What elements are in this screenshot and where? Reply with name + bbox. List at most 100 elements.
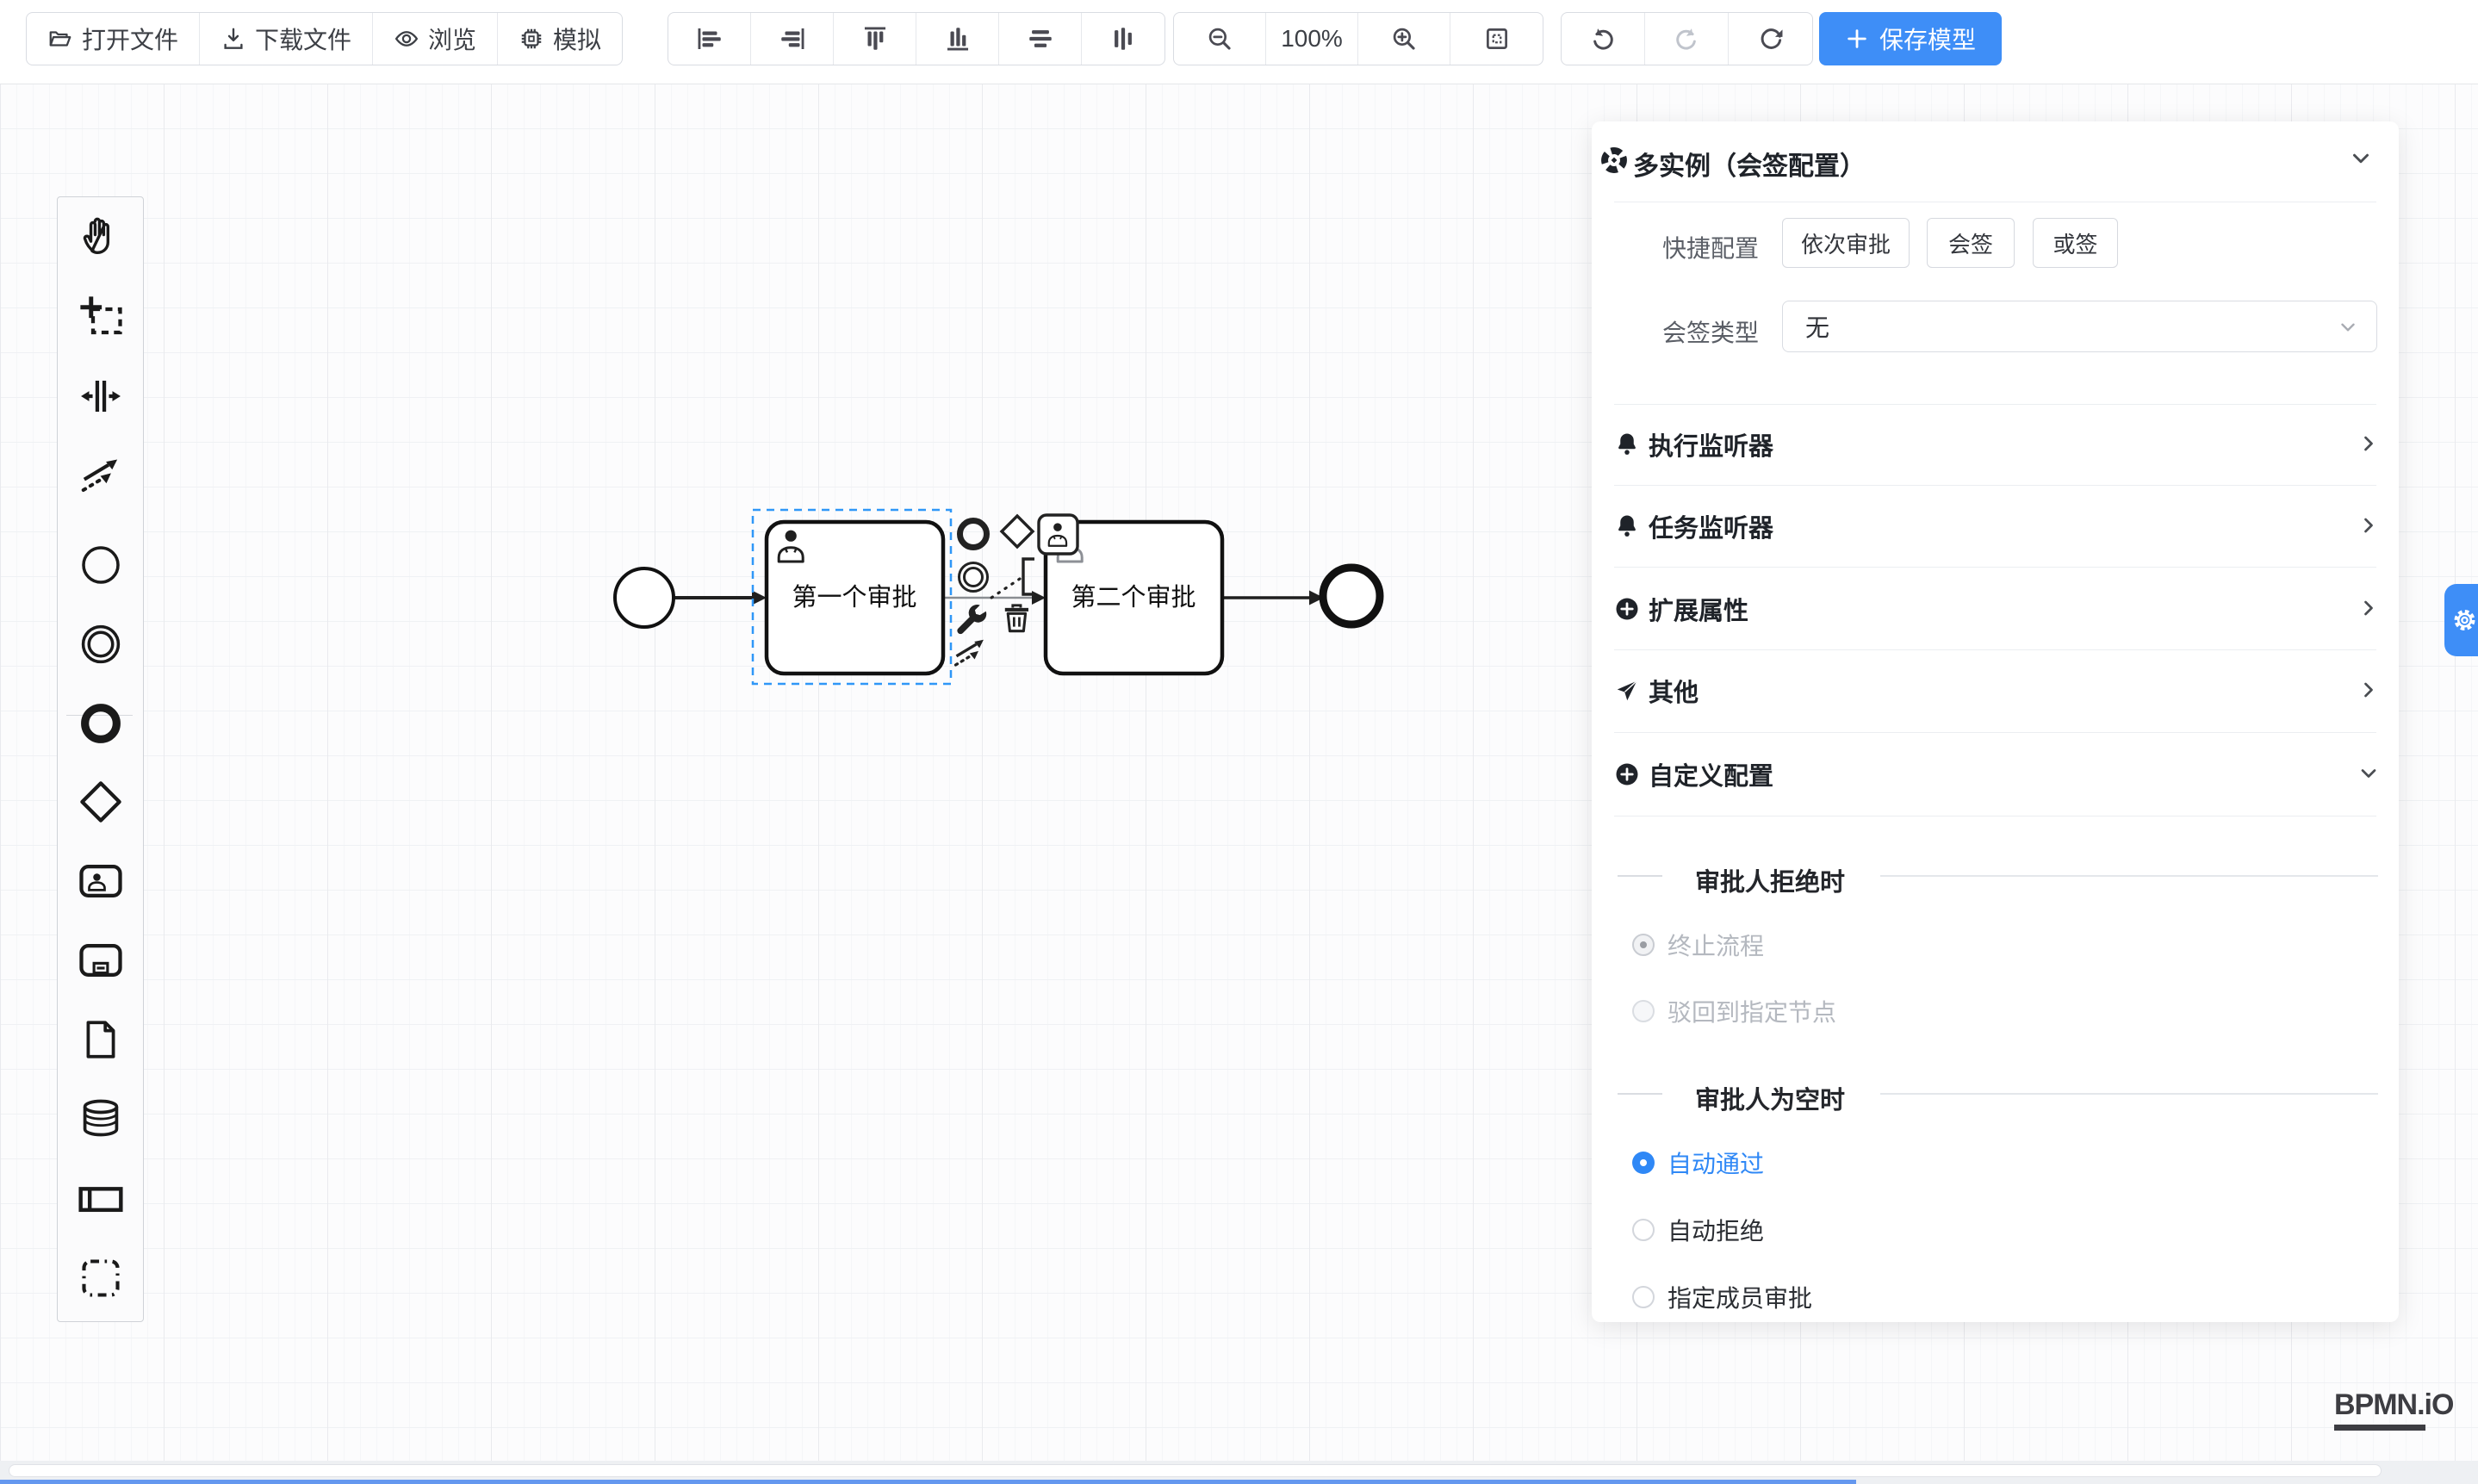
radio-auto-reject[interactable]: 自动拒绝 — [1592, 1216, 2399, 1244]
scrollbar-progress — [0, 1480, 1856, 1484]
simulate-button[interactable]: 模拟 — [498, 13, 622, 65]
open-file-button[interactable]: 打开文件 — [27, 13, 200, 65]
palette-user-task[interactable] — [76, 856, 126, 906]
zoom-out-button[interactable] — [1174, 13, 1266, 65]
zoom-level-value: 100% — [1281, 25, 1343, 53]
palette-data-store[interactable] — [76, 1093, 126, 1143]
section-extended-attributes[interactable]: 扩展属性 — [1592, 583, 2399, 635]
end-event-node[interactable] — [1323, 568, 1380, 624]
group-icon — [78, 1256, 123, 1301]
radio-return-to-node[interactable]: 驳回到指定节点 — [1592, 997, 2399, 1025]
append-user-task-icon[interactable] — [1039, 515, 1078, 554]
simulate-label: 模拟 — [553, 22, 601, 56]
multi-instance-icon — [1600, 146, 1628, 174]
append-gateway-icon[interactable] — [1002, 516, 1033, 547]
scrollbar-thumb[interactable] — [9, 1464, 2382, 1477]
radio-icon — [1632, 1219, 1655, 1241]
horizontal-scrollbar[interactable] — [0, 1461, 2478, 1484]
participant-icon — [77, 1175, 125, 1223]
gateway-icon — [78, 779, 124, 825]
intermediate-event-icon — [79, 623, 122, 666]
distribute-vertical-icon — [1026, 24, 1055, 53]
hand-tool[interactable] — [76, 210, 126, 260]
align-top-button[interactable] — [834, 13, 916, 65]
radio-icon — [1632, 1152, 1655, 1174]
palette-data-object[interactable] — [76, 1015, 126, 1065]
download-icon — [220, 26, 246, 52]
settings-tab[interactable] — [2444, 584, 2478, 656]
section-task-listener[interactable]: 任务监听器 — [1592, 500, 2399, 552]
space-tool[interactable] — [76, 371, 126, 421]
start-event-icon — [79, 543, 122, 587]
task-node-first-approval[interactable]: 第一个审批 — [767, 522, 943, 674]
section-execution-listener[interactable]: 执行监听器 — [1592, 419, 2399, 470]
section-label: 任务监听器 — [1649, 508, 1773, 544]
open-file-label: 打开文件 — [82, 22, 178, 56]
section-other[interactable]: 其他 — [1592, 665, 2399, 717]
align-left-button[interactable] — [668, 13, 751, 65]
toolbar: 打开文件 下载文件 浏览 模拟 — [0, 0, 2478, 84]
align-bottom-button[interactable] — [916, 13, 999, 65]
quick-option-sequential[interactable]: 依次审批 — [1782, 218, 1910, 268]
logo-underline — [2334, 1425, 2425, 1431]
undo-button[interactable] — [1562, 13, 1645, 65]
section-custom-config[interactable]: 自定义配置 — [1592, 748, 2399, 800]
palette-gateway[interactable] — [76, 777, 126, 827]
lasso-tool[interactable] — [76, 292, 126, 342]
append-intermediate-event-icon[interactable] — [960, 563, 988, 592]
connect-tool-icon[interactable] — [956, 640, 984, 665]
quick-option-countersign[interactable]: 会签 — [1927, 218, 2015, 268]
divider — [1880, 1093, 2378, 1095]
palette-group[interactable] — [76, 1253, 126, 1303]
chevron-down-icon — [2337, 316, 2359, 338]
append-end-event-icon[interactable] — [960, 521, 987, 548]
zoom-button-group: 100% — [1173, 12, 1543, 65]
palette-end-event[interactable] — [76, 699, 126, 748]
reset-button[interactable] — [1729, 13, 1812, 65]
distribute-horizontal-button[interactable] — [1082, 13, 1164, 65]
sign-type-select[interactable]: 无 — [1782, 301, 2377, 352]
bpmn-io-logo: BPMN.iO — [2334, 1388, 2453, 1431]
divider — [1618, 1093, 1662, 1095]
hand-icon — [78, 212, 124, 258]
palette-participant[interactable] — [76, 1174, 126, 1224]
empty-title: 审批人为空时 — [1695, 1080, 1845, 1116]
save-model-label: 保存模型 — [1879, 22, 1976, 56]
chevron-down-icon[interactable] — [2348, 146, 2374, 171]
wrench-icon[interactable] — [957, 605, 986, 634]
folder-open-icon — [47, 26, 73, 52]
empty-title-row: 审批人为空时 — [1592, 1077, 2399, 1111]
redo-icon — [1672, 24, 1701, 53]
start-event-node[interactable] — [615, 568, 674, 627]
trash-icon[interactable] — [1005, 605, 1028, 631]
fit-viewport-button[interactable] — [1450, 13, 1543, 65]
save-model-button[interactable]: 保存模型 — [1819, 12, 2002, 65]
gear-icon — [2451, 606, 2478, 634]
distribute-vertical-button[interactable] — [999, 13, 1082, 65]
preview-button[interactable]: 浏览 — [373, 13, 498, 65]
palette-intermediate-event[interactable] — [76, 619, 126, 669]
lasso-icon — [78, 294, 124, 340]
reset-icon — [1756, 24, 1786, 53]
radio-auto-pass[interactable]: 自动通过 — [1592, 1149, 2399, 1177]
radio-terminate-process[interactable]: 终止流程 — [1592, 931, 2399, 959]
radio-assign-member[interactable]: 指定成员审批 — [1592, 1283, 2399, 1311]
global-connect-tool[interactable] — [76, 450, 126, 500]
zoom-out-icon — [1205, 24, 1234, 53]
palette-start-event[interactable] — [76, 540, 126, 590]
zoom-in-button[interactable] — [1358, 13, 1450, 65]
palette-subprocess[interactable] — [76, 935, 126, 985]
align-right-button[interactable] — [751, 13, 834, 65]
append-text-annotation-icon[interactable] — [989, 559, 1034, 599]
chevron-right-icon — [2357, 678, 2381, 702]
send-icon — [1614, 678, 1640, 704]
redo-button[interactable] — [1645, 13, 1729, 65]
plus-circle-icon — [1614, 596, 1640, 622]
data-object-icon — [79, 1018, 122, 1061]
download-file-button[interactable]: 下载文件 — [200, 13, 373, 65]
quick-option-orsign[interactable]: 或签 — [2033, 218, 2118, 268]
sequence-flow-3[interactable] — [1222, 591, 1324, 605]
reject-title-row: 审批人拒绝时 — [1592, 859, 2399, 893]
task2-label: 第二个审批 — [1071, 583, 1196, 612]
zoom-in-icon — [1389, 24, 1419, 53]
